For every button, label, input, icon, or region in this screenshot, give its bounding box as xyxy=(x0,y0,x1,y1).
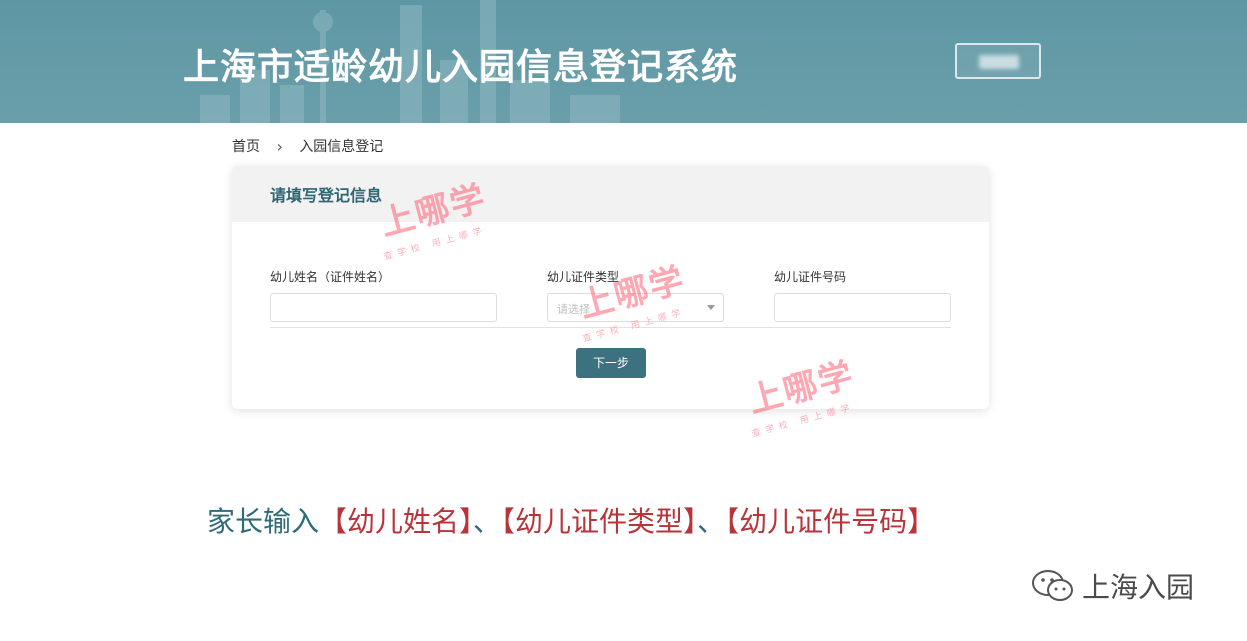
instruction-caption: 家长输入【幼儿姓名】、【幼儿证件类型】、【幼儿证件号码】 xyxy=(207,500,935,540)
blurred-label xyxy=(979,55,1019,69)
footer-brand-text: 上海入园 xyxy=(1082,571,1195,604)
caption-separator: 、 xyxy=(473,505,502,538)
id-type-select[interactable]: 请选择 xyxy=(547,293,724,322)
chevron-down-icon xyxy=(707,305,715,310)
header-bar: 上海市适龄幼儿入园信息登记系统 xyxy=(0,0,1247,123)
card-header: 请填写登记信息 xyxy=(232,166,989,222)
caption-prefix: 家长输入 xyxy=(207,505,320,538)
breadcrumb-home[interactable]: 首页 xyxy=(232,136,260,156)
divider xyxy=(270,327,951,328)
id-type-placeholder: 请选择 xyxy=(557,303,590,316)
id-type-field: 幼儿证件类型 请选择 xyxy=(547,268,724,322)
next-step-button[interactable]: 下一步 xyxy=(576,348,646,378)
caption-separator: 、 xyxy=(697,505,726,538)
caption-item-id-number: 【幼儿证件号码】 xyxy=(725,505,936,538)
id-type-label: 幼儿证件类型 xyxy=(547,270,620,284)
user-button[interactable] xyxy=(955,43,1041,79)
caption-item-id-type: 【幼儿证件类型】 xyxy=(501,505,698,538)
breadcrumb: 首页 › 入园信息登记 xyxy=(232,136,383,156)
card-title: 请填写登记信息 xyxy=(270,186,383,205)
caption-item-name: 【幼儿姓名】 xyxy=(319,505,474,538)
registration-card: 请填写登记信息 幼儿姓名（证件姓名） 幼儿证件类型 请选择 幼儿证件号码 下一步 xyxy=(232,166,989,409)
page-title: 上海市适龄幼儿入园信息登记系统 xyxy=(183,47,739,88)
id-number-field: 幼儿证件号码 xyxy=(774,268,951,322)
id-number-label: 幼儿证件号码 xyxy=(774,270,847,284)
wechat-icon xyxy=(1032,570,1073,601)
child-name-field: 幼儿姓名（证件姓名） xyxy=(270,268,497,322)
id-number-input[interactable] xyxy=(774,293,951,322)
child-name-input[interactable] xyxy=(270,293,497,322)
breadcrumb-current: 入园信息登记 xyxy=(299,139,384,155)
child-name-label: 幼儿姓名（证件姓名） xyxy=(270,270,391,284)
chevron-right-icon: › xyxy=(276,136,283,156)
footer-brand: 上海入园 xyxy=(1030,566,1194,606)
